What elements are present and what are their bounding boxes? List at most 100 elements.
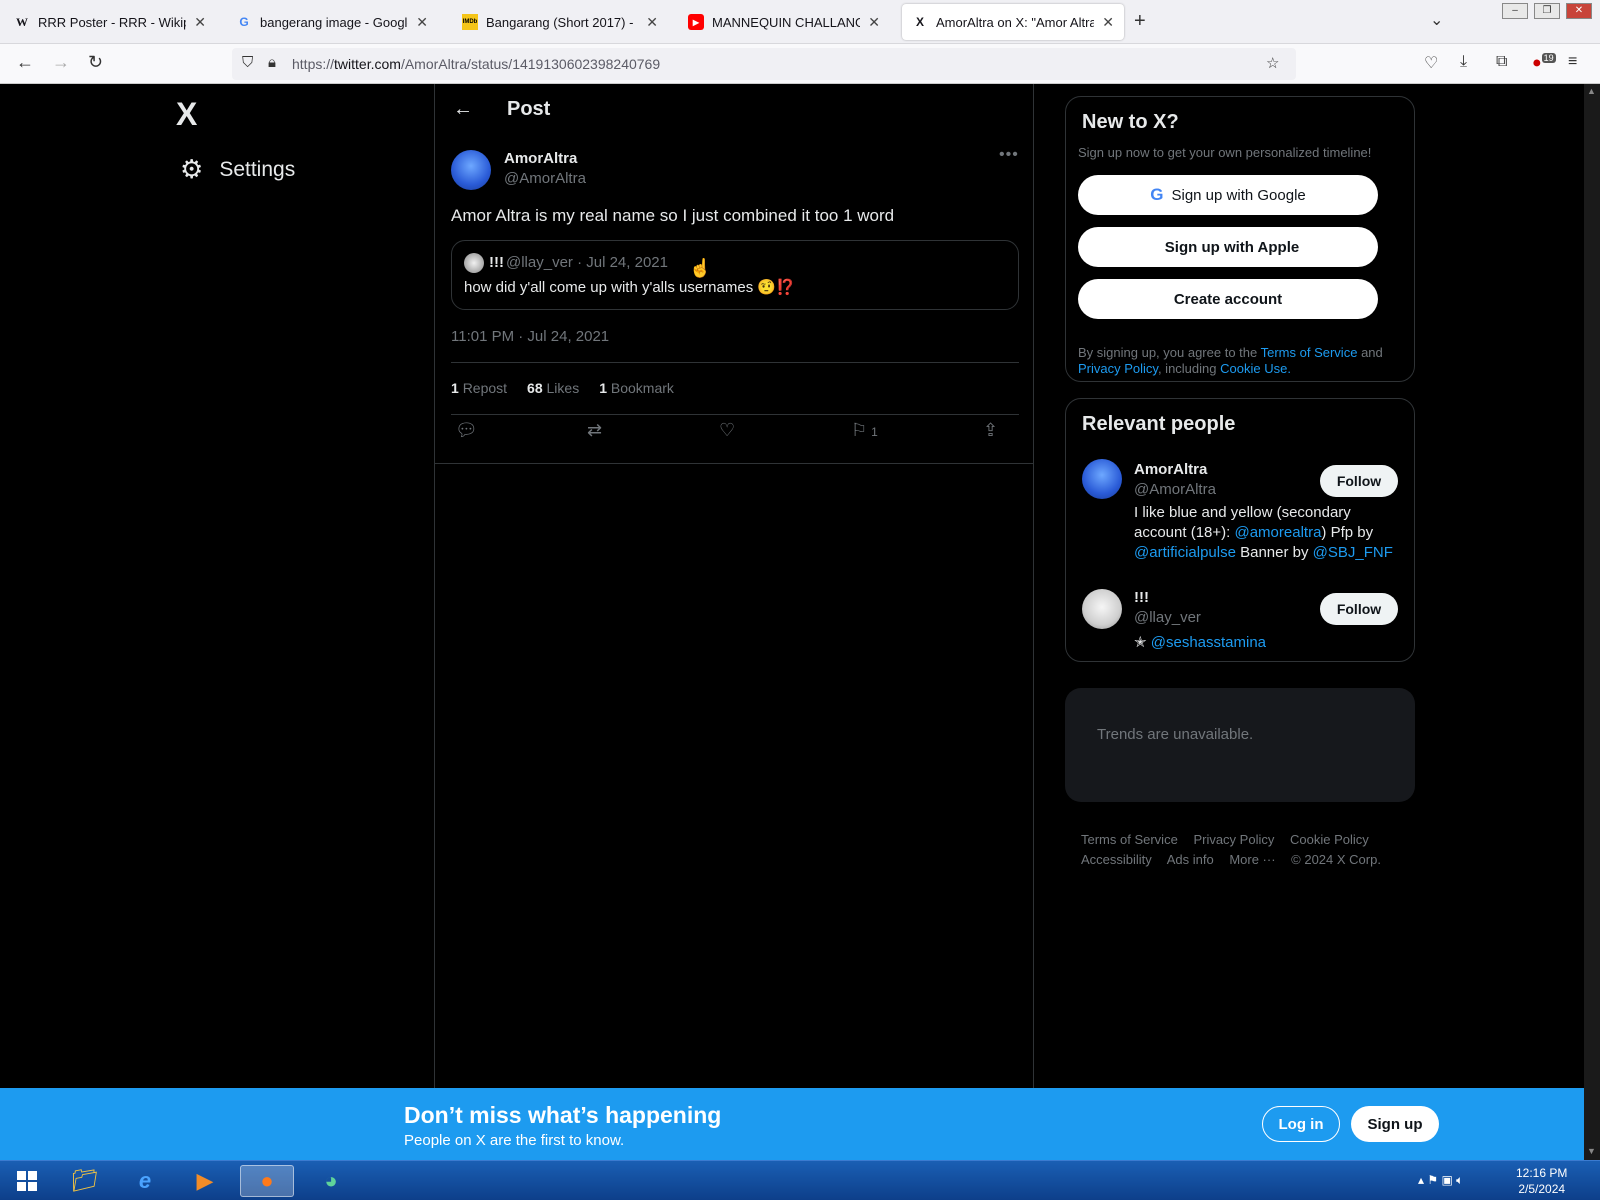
bookmarks-count: 1 [599,380,607,396]
star-icon: ✭ [1134,634,1151,651]
bookmark-icon[interactable]: ⚐ 1 [851,420,878,441]
footer-cookie-link[interactable]: Cookie Policy [1290,832,1369,847]
login-button[interactable]: Log in [1262,1106,1340,1142]
menu-icon[interactable]: ≡ [1568,53,1577,71]
tab-wikipedia[interactable]: W RRR Poster - RRR - Wikipedia ✕ [4,4,216,40]
tab-title: RRR Poster - RRR - Wikipedia [38,14,186,30]
follow-button[interactable]: Follow [1320,593,1398,625]
bookmarks-stat[interactable]: 1 Bookmark [599,380,674,396]
close-tab-icon[interactable]: ✕ [416,14,428,31]
back-icon[interactable]: ← [16,52,34,73]
share-icon[interactable]: ⇪ [983,420,998,441]
internet-explorer-icon[interactable]: e [118,1165,172,1197]
system-tray[interactable]: ▴ ⚑ ▣ 🔈︎ [1418,1173,1463,1188]
back-arrow-icon[interactable]: ← [453,98,473,121]
footer-privacy-link[interactable]: Privacy Policy [1193,832,1274,847]
pocket-icon[interactable]: ♡ [1424,53,1438,73]
likes-stat[interactable]: 68 Likes [527,380,579,396]
repost-icon[interactable]: ⇄ [587,420,602,441]
avatar[interactable] [1082,589,1122,629]
media-player-icon[interactable]: ▶ [178,1165,232,1197]
close-tab-icon[interactable]: ✕ [646,14,658,31]
clock[interactable]: 12:16 PM 2/5/2024 [1516,1165,1567,1197]
extension-badge-icon[interactable]: ● 19 [1532,53,1556,72]
nav-settings[interactable]: ⚙ Settings [180,154,295,185]
file-explorer-icon[interactable]: 📁︎ [58,1165,112,1197]
quote-author-name: !!! [489,254,504,271]
signup-google-button[interactable]: G Sign up with Google [1078,175,1378,215]
footer-terms-link[interactable]: Terms of Service [1081,832,1178,847]
reposts-stat[interactable]: 1 Repost [451,380,507,396]
reload-icon[interactable]: ↻ [88,52,103,73]
bookmark-star-icon[interactable]: ☆ [1266,54,1279,72]
bio-link[interactable]: @amorealtra [1234,524,1321,541]
left-nav: X ⚙ Settings [0,84,434,1088]
gear-icon: ⚙ [180,154,204,184]
signup-apple-button[interactable]: Sign up with Apple [1078,227,1378,267]
minimize-button[interactable]: – [1502,3,1528,19]
x-logo[interactable]: X [176,96,197,133]
shield-icon[interactable]: ⛉ [242,54,253,71]
privacy-link[interactable]: Privacy Policy [1078,361,1158,376]
tab-title: bangerang image - Google Sea [260,14,408,30]
likes-count: 68 [527,380,543,396]
firefox-icon[interactable]: ● [240,1165,294,1197]
signup-button[interactable]: Sign up [1351,1106,1439,1142]
action-bar: 💬︎ ⇄ ♡ ⚐ 1 ⇪ [451,420,1019,448]
page: X ⚙ Settings ← Post AmorAltra @AmorAltra… [0,84,1600,1088]
bio-link[interactable]: @SBJ_FNF [1313,544,1393,561]
tab-bar: W RRR Poster - RRR - Wikipedia ✕ G bange… [0,0,1600,44]
like-icon[interactable]: ♡ [719,420,735,441]
author-name[interactable]: AmorAltra [504,150,577,167]
lock-icon[interactable]: 🔒︎ [268,54,276,71]
url-bar[interactable]: ⛉ 🔒︎ https://twitter.com/AmorAltra/statu… [232,48,1296,80]
main-column: ← Post AmorAltra @AmorAltra ••• Amor Alt… [434,84,1034,1088]
new-tab-icon[interactable]: + [1134,10,1146,33]
tab-google[interactable]: G bangerang image - Google Sea ✕ [226,4,438,40]
reply-icon[interactable]: 💬︎ [455,420,478,441]
close-tab-icon[interactable]: ✕ [194,14,206,31]
start-button[interactable] [0,1165,54,1197]
close-tab-icon[interactable]: ✕ [1102,14,1114,31]
forward-icon[interactable]: → [52,52,70,73]
scroll-down-icon[interactable]: ▼ [1587,1146,1596,1156]
app-icon[interactable]: ◕ [304,1165,358,1197]
person-name[interactable]: !!! [1134,589,1149,606]
tab-x-active[interactable]: X AmorAltra on X: "Amor Altra is ✕ [902,4,1124,40]
bio-link[interactable]: @seshasstamina [1151,634,1266,651]
hand-cursor-icon: ☝ [689,258,712,278]
person-handle[interactable]: @AmorAltra [1134,481,1216,498]
extensions-icon[interactable]: ⧉ [1496,53,1507,71]
more-options-icon[interactable]: ••• [999,146,1019,164]
close-window-button[interactable]: ✕ [1566,3,1592,19]
footer-accessibility-link[interactable]: Accessibility [1081,852,1152,867]
close-tab-icon[interactable]: ✕ [868,14,880,31]
person-name[interactable]: AmorAltra [1134,461,1207,478]
quote-text: how did y'all come up with y'alls userna… [464,278,795,296]
download-icon[interactable]: ⤓ [1460,53,1467,71]
tab-youtube[interactable]: ▶ MANNEQUIN CHALLANGE - Yo ✕ [678,4,890,40]
footer-more-link[interactable]: More ··· [1229,852,1275,867]
restore-button[interactable]: ❐ [1534,3,1560,19]
person-handle[interactable]: @llay_ver [1134,609,1201,626]
avatar[interactable] [1082,459,1122,499]
footer-ads-link[interactable]: Ads info [1167,852,1214,867]
author-handle[interactable]: @AmorAltra [504,170,586,187]
bookmark-action-count: 1 [871,425,878,439]
cookie-link[interactable]: Cookie Use. [1220,361,1291,376]
tab-imdb[interactable]: IMDb Bangarang (Short 2017) - IMDb ✕ [452,4,668,40]
scroll-up-icon[interactable]: ▲ [1587,86,1596,96]
bio-link[interactable]: @artificialpulse [1134,544,1236,561]
quote-handle-date: @llay_ver · Jul 24, 2021 [506,254,668,271]
post-timestamp[interactable]: 11:01 PM · Jul 24, 2021 [451,328,609,345]
create-account-button[interactable]: Create account [1078,279,1378,319]
terms-link[interactable]: Terms of Service [1261,345,1358,360]
follow-button[interactable]: Follow [1320,465,1398,497]
relevant-people-card: Relevant people AmorAltra @AmorAltra Fol… [1065,398,1415,662]
scrollbar[interactable]: ▲ ▼ [1584,84,1600,1160]
url-prefix: https:// [292,56,335,72]
quoted-post[interactable]: !!! @llay_ver · Jul 24, 2021 how did y'a… [451,240,1019,310]
tab-list-chevron-icon[interactable]: ⌄ [1430,10,1443,30]
footer-copyright: © 2024 X Corp. [1291,852,1381,867]
avatar[interactable] [451,150,491,190]
